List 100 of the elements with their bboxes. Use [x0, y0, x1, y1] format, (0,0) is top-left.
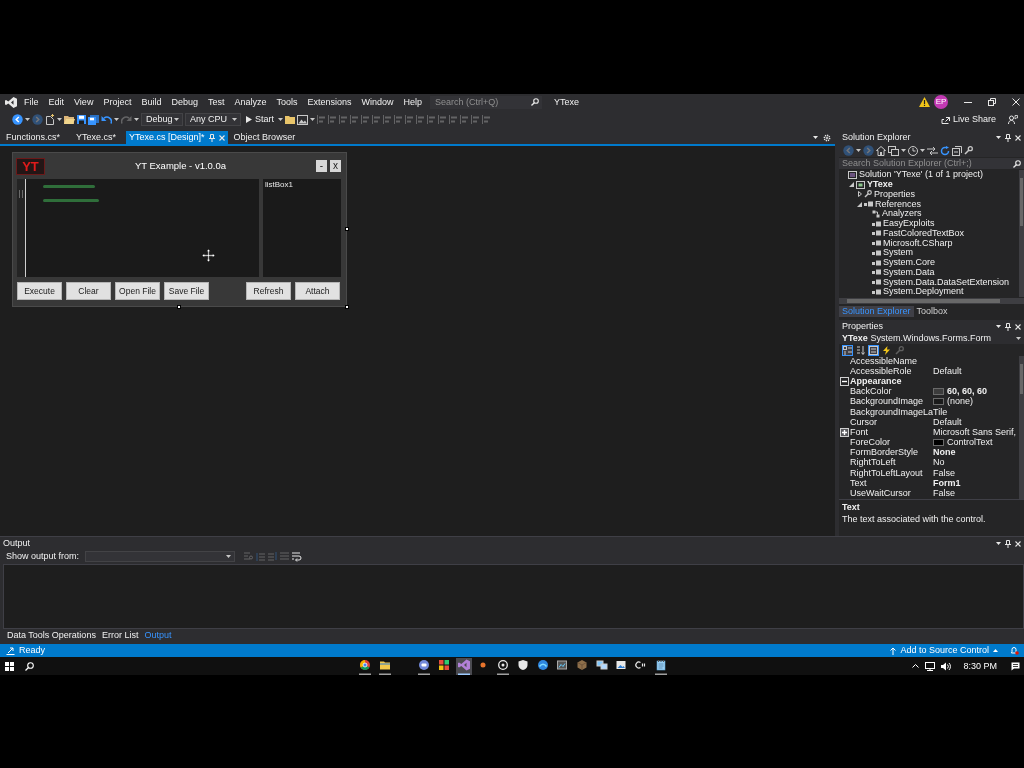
form-button[interactable]: Attach	[295, 282, 340, 300]
clock-time[interactable]: 8:30 PM	[963, 661, 997, 671]
menu-item[interactable]: View	[69, 94, 99, 110]
open-folder-icon[interactable]	[64, 115, 75, 124]
menu-item[interactable]: Tools	[271, 94, 303, 110]
horizontal-scrollbar[interactable]	[839, 298, 1024, 304]
form-button[interactable]: Clear	[66, 282, 111, 300]
app-logo-icon[interactable]	[455, 657, 472, 675]
panel-tab[interactable]: Toolbox	[913, 306, 951, 317]
menu-item[interactable]: Help	[398, 94, 428, 110]
caret-icon[interactable]	[920, 149, 925, 152]
sort-icon[interactable]	[855, 344, 866, 356]
caret-icon[interactable]	[1016, 337, 1021, 340]
resize-handle[interactable]	[345, 227, 349, 231]
caret-icon[interactable]	[901, 149, 906, 152]
form-button[interactable]: Open File	[115, 282, 160, 300]
tree-item[interactable]: Solution 'YTexe' (1 of 1 project)	[839, 170, 1019, 180]
circle-app-icon[interactable]	[416, 657, 433, 675]
resize-handle[interactable]	[345, 305, 349, 309]
panel-tab[interactable]: Data Tools Operations	[4, 630, 99, 640]
tree-item[interactable]: Microsoft.CSharp	[839, 238, 1019, 248]
vertical-scrollbar[interactable]	[1019, 356, 1024, 499]
form-button[interactable]: Save File	[164, 282, 209, 300]
tree-item[interactable]: References	[839, 199, 1019, 209]
menu-item[interactable]: Project	[98, 94, 137, 110]
close-icon[interactable]	[1015, 323, 1021, 330]
warning-icon[interactable]	[919, 97, 930, 107]
pin-icon[interactable]	[1005, 539, 1011, 548]
search-field[interactable]: Search (Ctrl+Q)	[430, 95, 543, 109]
tree-item[interactable]: EasyExploits	[839, 218, 1019, 229]
pin-icon[interactable]	[1005, 322, 1011, 331]
categorized-icon[interactable]	[842, 344, 853, 356]
lightning-icon[interactable]	[881, 344, 892, 356]
close-icon[interactable]	[1015, 540, 1021, 547]
platform-dropdown[interactable]: Any CPU	[185, 113, 241, 126]
caret-icon[interactable]	[174, 118, 179, 121]
panel-tab[interactable]: Solution Explorer	[839, 306, 914, 317]
minus-box-icon[interactable]	[840, 376, 849, 386]
live-share-button[interactable]: Live Share	[940, 113, 996, 126]
chat-bubble-icon[interactable]	[1011, 661, 1020, 671]
vertical-scrollbar[interactable]	[1019, 170, 1024, 297]
menu-item[interactable]: Extensions	[302, 94, 357, 110]
plus-box-icon[interactable]	[840, 427, 849, 437]
sync-arrows-icon[interactable]	[927, 145, 938, 156]
restore-icon[interactable]	[988, 98, 996, 106]
document-tab[interactable]: Object Browser	[227, 131, 306, 144]
folder-icon[interactable]	[285, 115, 295, 124]
caret-icon[interactable]	[134, 118, 139, 121]
configuration-dropdown[interactable]: Debug	[141, 113, 183, 126]
source-control-button[interactable]: Add to Source Control	[890, 646, 998, 655]
save-all-icon[interactable]	[88, 114, 99, 125]
document-tab[interactable]: YTexe.cs*	[70, 131, 127, 144]
close-icon[interactable]	[1015, 134, 1021, 141]
menu-item[interactable]: Edit	[43, 94, 70, 110]
speaker-icon[interactable]	[941, 661, 952, 671]
menu-item[interactable]: File	[19, 94, 44, 110]
tree-item[interactable]: Analyzers	[839, 209, 1019, 219]
word-wrap-icon[interactable]	[292, 551, 303, 562]
search-icon[interactable]	[1013, 159, 1021, 168]
ring-icon[interactable]	[495, 657, 512, 675]
menu-item[interactable]: Window	[356, 94, 399, 110]
caret-icon[interactable]	[310, 118, 315, 121]
person-feedback-icon[interactable]	[1008, 115, 1018, 124]
resize-handle[interactable]	[177, 305, 181, 309]
pin-icon[interactable]	[1005, 133, 1011, 142]
chevron-up-icon[interactable]	[912, 664, 920, 668]
clock-icon[interactable]	[908, 145, 918, 156]
refresh-icon[interactable]	[940, 145, 950, 156]
multicolor-circle-icon[interactable]	[357, 657, 373, 675]
bell-icon[interactable]	[1010, 646, 1019, 655]
form-button[interactable]: Refresh	[246, 282, 291, 300]
windows-logo-icon[interactable]	[5, 661, 14, 671]
gear-icon[interactable]	[823, 133, 831, 142]
tree-item[interactable]: System.Data.DataSetExtension	[839, 277, 1019, 287]
wrench-icon[interactable]	[964, 146, 973, 155]
account-avatar[interactable]: EP	[934, 95, 948, 109]
collapsed-arrow-icon[interactable]	[857, 191, 862, 198]
search-icon[interactable]	[25, 661, 34, 671]
undo-icon[interactable]	[101, 115, 112, 124]
search-icon[interactable]	[531, 98, 540, 106]
menu-item[interactable]: Analyze	[229, 94, 272, 110]
close-icon[interactable]	[1012, 98, 1020, 106]
caret-icon[interactable]	[996, 542, 1001, 545]
caret-icon[interactable]	[25, 118, 30, 121]
panel-tab[interactable]: Output	[141, 630, 175, 640]
collapse-icon[interactable]	[952, 145, 962, 156]
tree-item[interactable]: System	[839, 248, 1019, 258]
expanded-arrow-icon[interactable]	[849, 182, 854, 188]
caret-icon[interactable]	[57, 118, 62, 121]
notepad-icon[interactable]	[652, 657, 669, 675]
search-field[interactable]: Search Solution Explorer (Ctrl+;)	[839, 158, 1024, 169]
save-icon[interactable]	[77, 115, 86, 124]
caret-icon[interactable]	[278, 118, 283, 121]
tree-item[interactable]: Properties	[839, 189, 1019, 200]
object-selector[interactable]: YTexe System.Windows.Forms.Form	[839, 333, 1024, 344]
tree-item[interactable]: System.Deployment	[839, 287, 1019, 297]
minimize-button[interactable]: -	[316, 160, 327, 172]
tree-item[interactable]: YTexe	[839, 179, 1019, 190]
tree-item[interactable]: System.Core	[839, 257, 1019, 268]
close-button[interactable]: x	[330, 160, 341, 172]
